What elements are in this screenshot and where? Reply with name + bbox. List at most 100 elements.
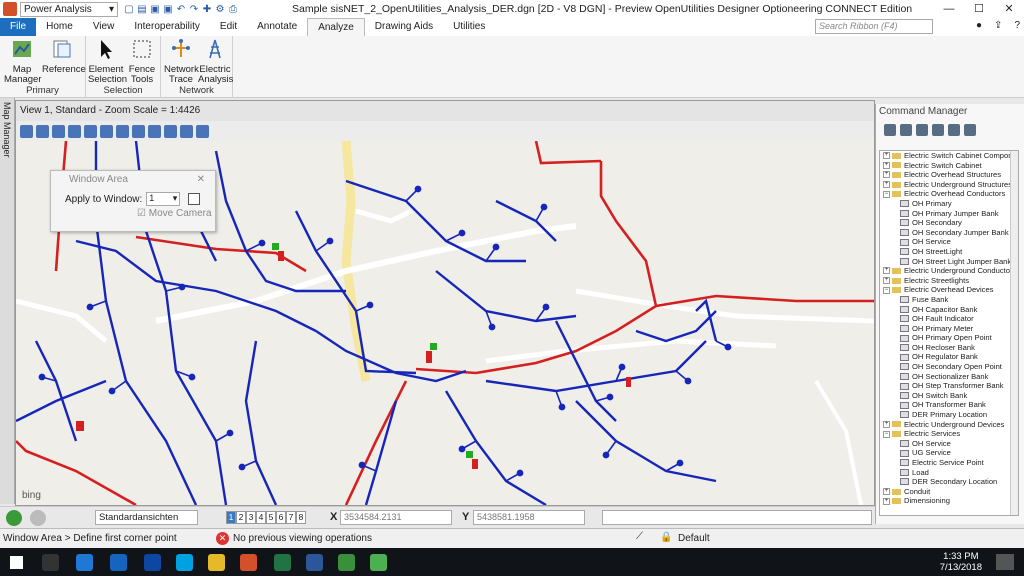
tree-folder-item[interactable]: + Electric Overhead Structures — [880, 170, 1018, 180]
tree-feature-item[interactable]: Electric Service Point — [880, 458, 1018, 468]
tab-drawing-aids[interactable]: Drawing Aids — [365, 18, 443, 36]
standard-views-select[interactable]: Standardansichten — [95, 510, 198, 525]
tree-folder-item[interactable]: + Conduit — [880, 487, 1018, 497]
y-coordinate-field[interactable]: 5438581.1958 — [473, 510, 585, 525]
workflow-select[interactable]: Power Analysis ▾ — [20, 1, 118, 17]
list-icon[interactable] — [948, 124, 960, 136]
copy-view-icon[interactable] — [196, 124, 209, 138]
network-trace-button[interactable]: Network Trace — [164, 38, 199, 85]
recorder-icon[interactable] — [370, 554, 387, 571]
tree-folder-item[interactable]: + Electric Streetlights — [880, 276, 1018, 286]
tab-view[interactable]: View — [83, 18, 125, 36]
pin-icon[interactable]: ✚ — [202, 4, 212, 15]
outlook-icon[interactable] — [110, 554, 127, 571]
back-icon[interactable] — [6, 509, 22, 526]
expand-toggle-icon[interactable]: + — [883, 488, 890, 496]
expand-toggle-icon[interactable]: + — [883, 277, 890, 285]
tree-feature-item[interactable]: OH Fault Indicator — [880, 314, 1018, 324]
user-icon[interactable]: ● — [976, 20, 982, 31]
expand-toggle-icon[interactable]: + — [883, 497, 890, 505]
properties-icon[interactable] — [964, 124, 976, 136]
tree-feature-item[interactable]: OH Secondary Open Point — [880, 362, 1018, 372]
tree-feature-item[interactable]: OH Service — [880, 237, 1018, 247]
help-icon[interactable]: ? — [1014, 20, 1020, 31]
window-area-dialog-titlebar[interactable]: Window Area ✕ — [51, 171, 215, 189]
view-5-button[interactable]: 5 — [266, 511, 276, 524]
expand-toggle-icon[interactable]: − — [883, 286, 890, 294]
edit-feature-icon[interactable] — [900, 124, 912, 136]
tree-feature-item[interactable]: OH Primary Meter — [880, 324, 1018, 334]
expand-toggle-icon[interactable]: + — [883, 181, 890, 189]
tree-feature-item[interactable]: Fuse Bank — [880, 295, 1018, 305]
tree-feature-item[interactable]: OH Secondary — [880, 218, 1018, 228]
tree-feature-item[interactable]: UG Service — [880, 448, 1018, 458]
minimize-button[interactable]: — — [934, 0, 964, 18]
maximize-button[interactable]: ☐ — [964, 0, 994, 18]
tree-folder-item[interactable]: + Dimensioning — [880, 496, 1018, 506]
tab-home[interactable]: Home — [36, 18, 83, 36]
tree-feature-item[interactable]: OH Transformer Bank — [880, 400, 1018, 410]
settings-icon[interactable]: ⚙ — [215, 4, 225, 15]
tab-analyze[interactable]: Analyze — [307, 18, 365, 36]
tree-feature-item[interactable]: OH Street Light Jumper Bank — [880, 257, 1018, 267]
view-4-button[interactable]: 4 — [256, 511, 266, 524]
x-coordinate-field[interactable]: 3534584.2131 — [340, 510, 452, 525]
tree-feature-item[interactable]: DER Secondary Location — [880, 477, 1018, 487]
reference-button[interactable]: Reference — [42, 38, 86, 75]
fit-view-icon[interactable] — [116, 124, 129, 138]
excel-icon[interactable] — [274, 554, 291, 571]
tree-feature-item[interactable]: Load — [880, 468, 1018, 478]
skype-icon[interactable] — [176, 554, 193, 571]
print-icon[interactable]: ⎙ — [228, 4, 238, 15]
expand-toggle-icon[interactable]: + — [883, 161, 890, 169]
view-7-button[interactable]: 7 — [286, 511, 296, 524]
tab-utilities[interactable]: Utilities — [443, 18, 495, 36]
active-level[interactable]: Default — [678, 533, 710, 544]
view-3-button[interactable]: 3 — [246, 511, 256, 524]
fence-tools-button[interactable]: Fence Tools — [126, 38, 158, 85]
zoom-in-icon[interactable] — [68, 124, 81, 138]
expand-toggle-icon[interactable]: + — [883, 267, 890, 275]
tree-folder-item[interactable]: + Electric Underground Structures — [880, 180, 1018, 190]
redo-icon[interactable]: ↷ — [189, 4, 199, 15]
tree-folder-item[interactable]: + Electric Underground Conductors — [880, 266, 1018, 276]
tree-feature-item[interactable]: OH Primary Open Point — [880, 333, 1018, 343]
expand-toggle-icon[interactable]: − — [883, 190, 890, 198]
apply-to-window-select[interactable]: 1 ▾ — [146, 192, 181, 206]
tree-feature-item[interactable]: OH Regulator Bank — [880, 352, 1018, 362]
task-view-icon[interactable] — [42, 554, 59, 571]
z-coordinate-field[interactable] — [602, 510, 872, 525]
view-8-button[interactable]: 8 — [296, 511, 306, 524]
map-manager-dock-tab[interactable]: Map Manager — [0, 98, 15, 504]
place-feature-icon[interactable] — [884, 124, 896, 136]
open-icon[interactable]: ▤ — [137, 4, 147, 15]
expand-toggle-icon[interactable]: + — [883, 152, 890, 160]
ribbon-search-input[interactable]: Search Ribbon (F4) — [815, 19, 933, 34]
element-selection-button[interactable]: Element Selection — [88, 38, 127, 85]
save-settings-icon[interactable]: ▣ — [163, 4, 173, 15]
tree-folder-item[interactable]: − Electric Services — [880, 429, 1018, 439]
tab-annotate[interactable]: Annotate — [247, 18, 307, 36]
close-icon[interactable]: ✕ — [197, 171, 205, 189]
tree-feature-item[interactable]: OH Sectionalizer Bank — [880, 372, 1018, 382]
update-view-icon[interactable] — [52, 124, 65, 138]
new-file-icon[interactable]: ▢ — [124, 4, 134, 15]
view-1-button[interactable]: 1 — [226, 511, 236, 524]
word-icon[interactable] — [306, 554, 323, 571]
tab-interoperability[interactable]: Interoperability — [124, 18, 210, 36]
tree-feature-item[interactable]: OH Switch Bank — [880, 391, 1018, 401]
tree-feature-item[interactable]: DER Primary Location — [880, 410, 1018, 420]
share-icon[interactable]: ⇪ — [994, 20, 1002, 31]
close-button[interactable]: ✕ — [994, 0, 1024, 18]
rotate-view-icon[interactable] — [132, 124, 145, 138]
notifications-icon[interactable] — [996, 554, 1014, 570]
tree-feature-item[interactable]: OH Primary — [880, 199, 1018, 209]
tree-folder-item[interactable]: − Electric Overhead Conductors — [880, 189, 1018, 199]
edge-browser-icon[interactable] — [76, 554, 93, 571]
display-style-icon[interactable] — [36, 124, 49, 138]
system-clock[interactable]: 1:33 PM 7/13/2018 — [940, 551, 982, 573]
electric-analysis-button[interactable]: Electric Analysis — [198, 38, 233, 85]
tree-feature-item[interactable]: OH StreetLight — [880, 247, 1018, 257]
view-attributes-icon[interactable] — [20, 124, 33, 138]
tree-feature-item[interactable]: OH Secondary Jumper Bank — [880, 228, 1018, 238]
